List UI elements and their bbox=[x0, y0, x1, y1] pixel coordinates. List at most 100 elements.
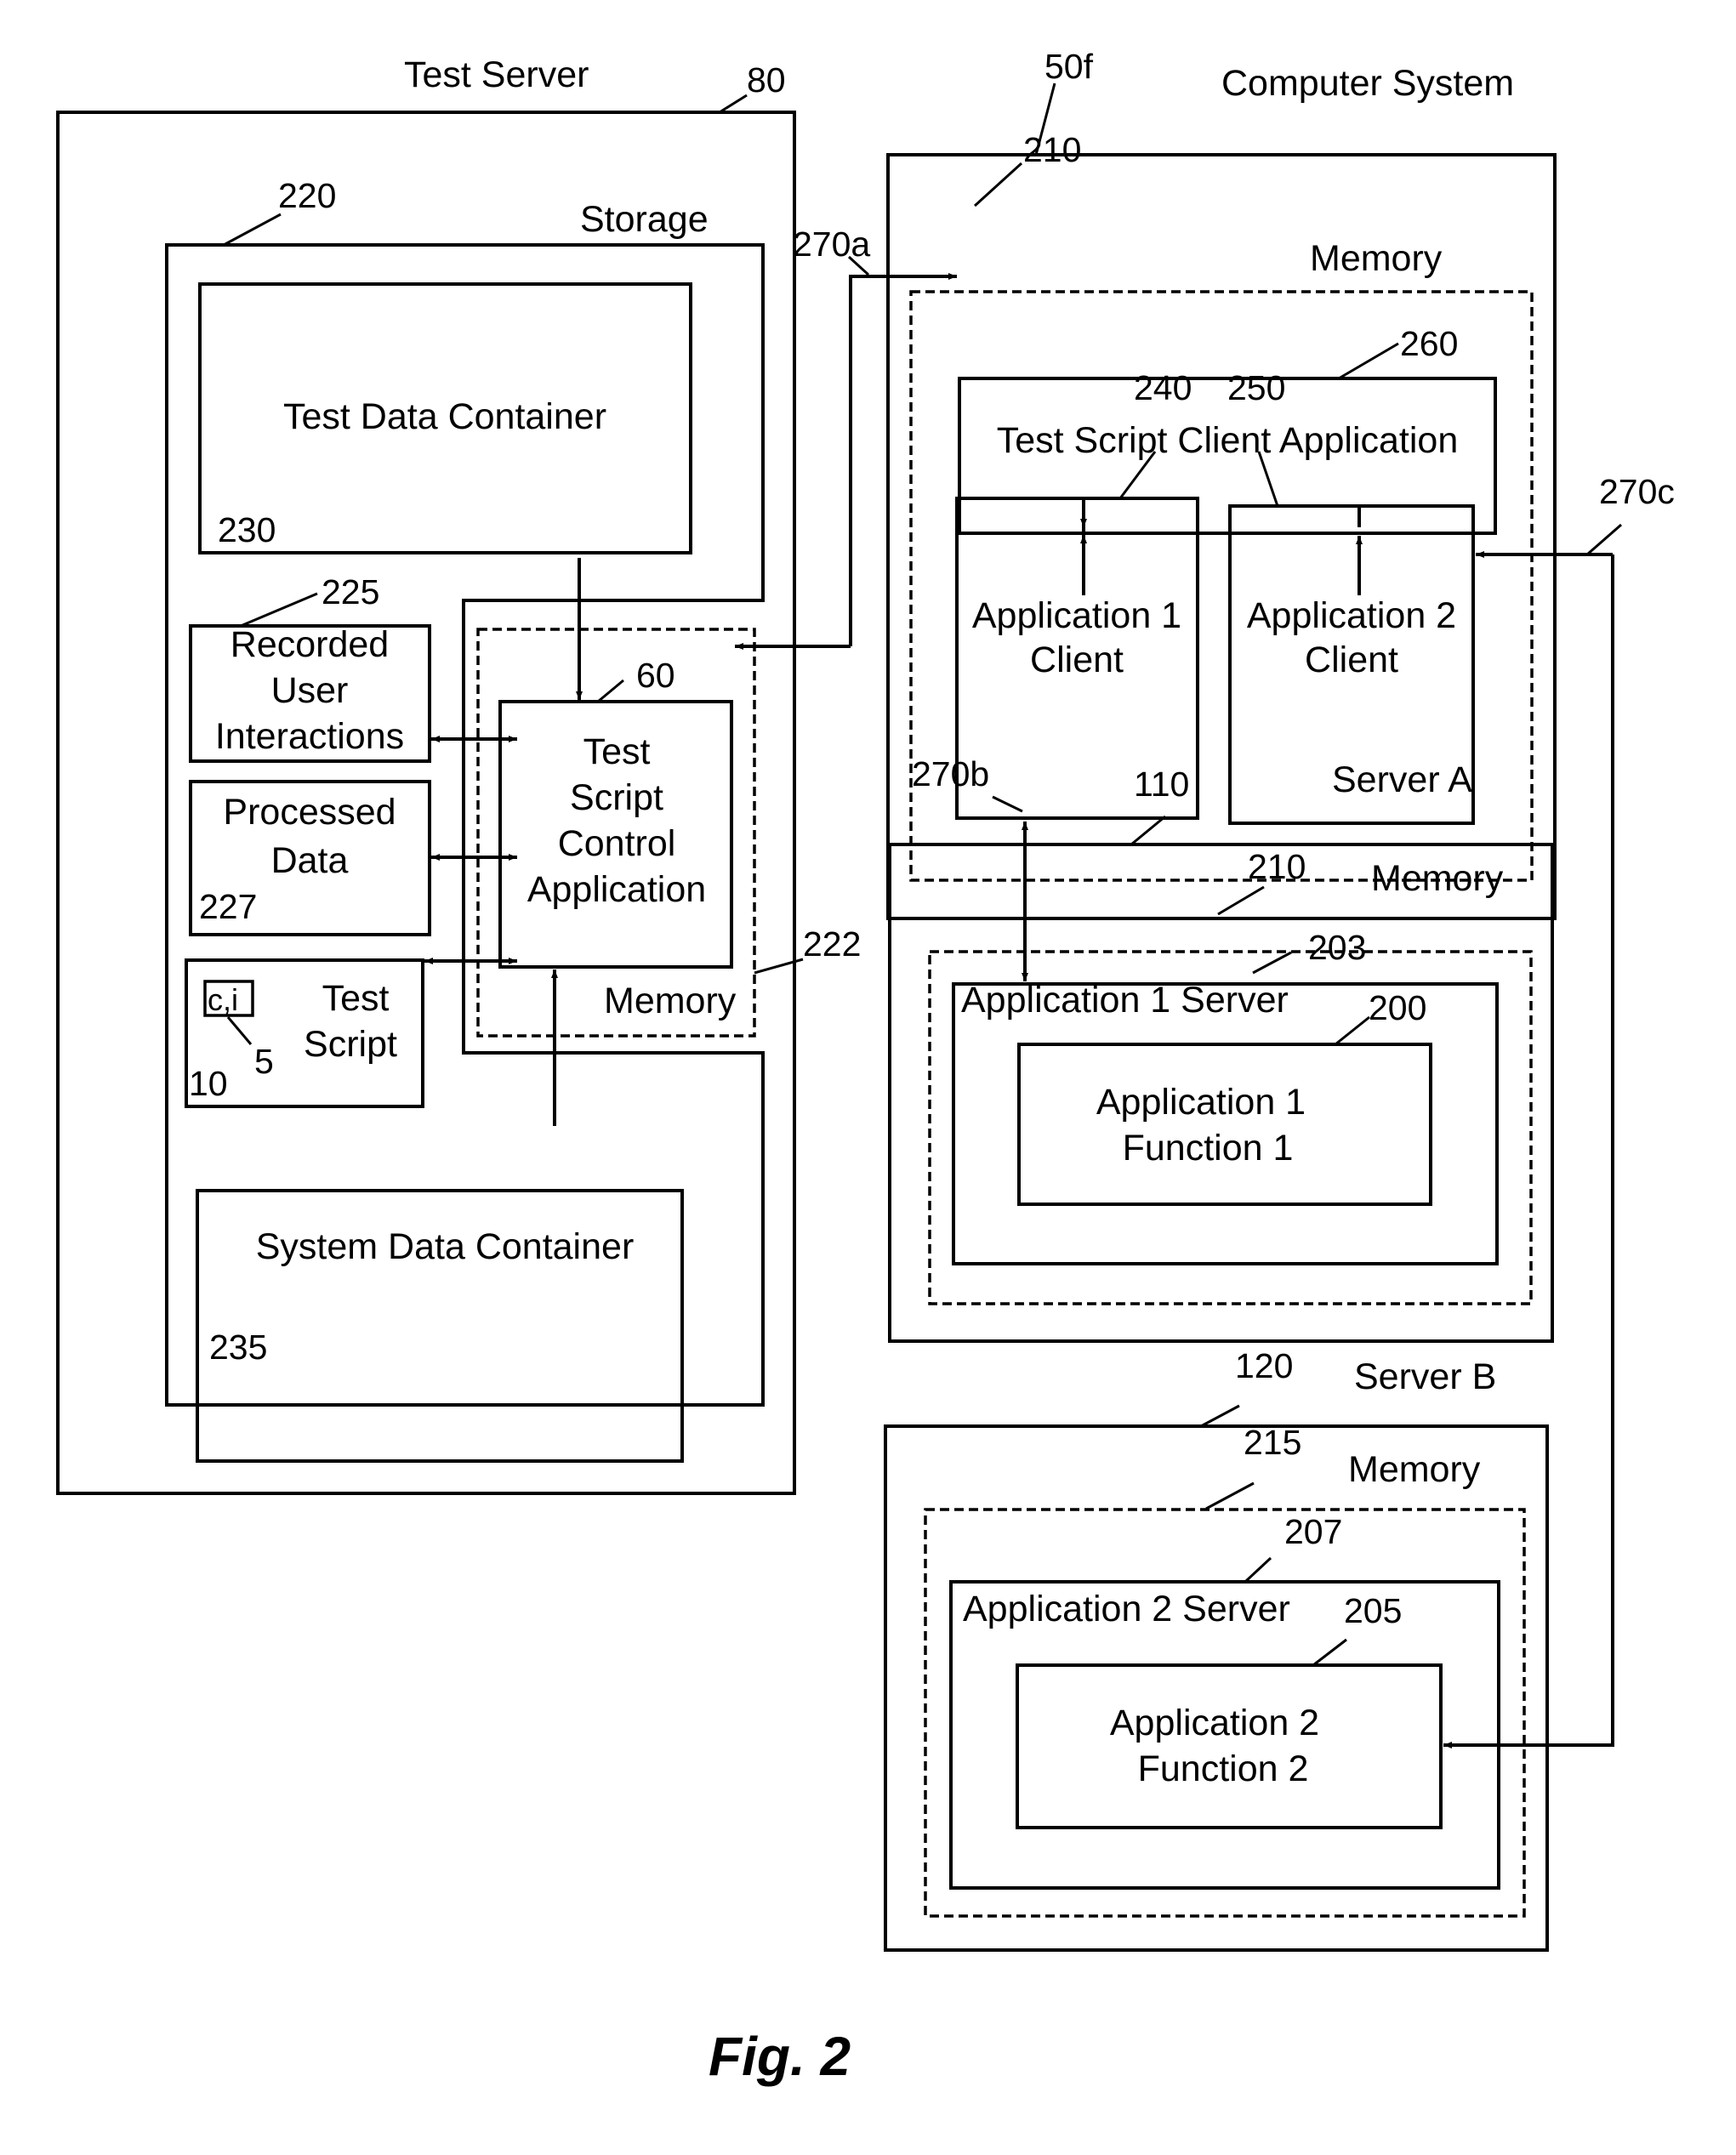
test-script-control-application[interactable]: Test Script Control Application 60 bbox=[498, 656, 733, 969]
system-data-container-ref: 235 bbox=[209, 1328, 267, 1367]
processed-data-ref: 227 bbox=[199, 887, 257, 926]
server-b-title: Server B bbox=[1354, 1356, 1496, 1397]
tsca-leader bbox=[597, 679, 624, 703]
test-script-entry-leader bbox=[226, 1016, 253, 1045]
system-data-container-label: System Data Container bbox=[256, 1226, 635, 1267]
app2-client-ref: 250 bbox=[1227, 368, 1285, 407]
connection-270b-leader bbox=[992, 795, 1023, 813]
app2-client-line-1: Application 2 bbox=[1247, 595, 1456, 636]
app1-function-leader bbox=[1335, 1015, 1370, 1046]
application-1-server-leader bbox=[1252, 951, 1292, 975]
computer-system-box bbox=[886, 153, 1557, 920]
test-server-leader bbox=[719, 94, 748, 114]
app2-function-line-2: Function 2 bbox=[1138, 1748, 1309, 1789]
app1-function-line-1: Application 1 bbox=[1096, 1082, 1306, 1123]
test-data-container-ref: 230 bbox=[218, 510, 276, 549]
processed-data-line-2: Data bbox=[271, 840, 349, 881]
application-1-function-1-box[interactable] bbox=[1017, 1043, 1432, 1206]
computer-system-memory-ref: 210 bbox=[1023, 130, 1081, 169]
storage-title: Storage bbox=[580, 199, 709, 240]
application-1-server-label: Application 1 Server bbox=[961, 980, 1289, 1021]
test-data-container[interactable]: Test Data Container 230 bbox=[198, 282, 692, 554]
system-data-container[interactable]: System Data Container 235 bbox=[196, 1189, 684, 1463]
server-b-memory-ref: 215 bbox=[1244, 1423, 1301, 1462]
tscla-label: Test Script Client Application bbox=[997, 420, 1459, 461]
test-server-memory-title: Memory bbox=[604, 981, 737, 1021]
connection-270b-ref: 270b bbox=[912, 754, 989, 793]
processed-data[interactable]: Processed Data 227 bbox=[189, 780, 431, 936]
recorded-user-interactions[interactable]: Recorded User Interactions 225 bbox=[189, 572, 431, 763]
app2-function-line-1: Application 2 bbox=[1110, 1703, 1319, 1743]
server-b-memory-leader bbox=[1205, 1481, 1255, 1510]
server-a: Server A 110 Memory 210 Application 1 Se… bbox=[888, 759, 1554, 1343]
app1-client-line-2: Client bbox=[1030, 640, 1124, 680]
recorded-user-interactions-ref: 225 bbox=[322, 572, 379, 611]
tscla-ref: 260 bbox=[1400, 324, 1458, 363]
test-script-line-2: Script bbox=[304, 1024, 397, 1065]
connection-270c: 270c bbox=[1443, 472, 1675, 1748]
app2-function-ref: 205 bbox=[1344, 1591, 1402, 1630]
storage-leader bbox=[223, 213, 282, 247]
app2-client-line-2: Client bbox=[1305, 640, 1398, 680]
test-data-container-label: Test Data Container bbox=[283, 396, 606, 437]
server-a-ref: 110 bbox=[1134, 765, 1189, 804]
app1-function-ref: 200 bbox=[1369, 988, 1426, 1027]
application-1-function-1[interactable]: Application 1 Function 1 200 bbox=[1017, 988, 1432, 1206]
tsca-line-1: Test bbox=[583, 731, 651, 772]
recorded-user-interactions-line-2: User bbox=[271, 670, 349, 711]
connection-270c-ref: 270c bbox=[1599, 472, 1675, 511]
tscla-leader bbox=[1338, 342, 1399, 380]
app1-function-line-2: Function 1 bbox=[1123, 1128, 1294, 1168]
storage-ref: 220 bbox=[278, 176, 336, 215]
test-script[interactable]: c,i 5 Test Script 10 bbox=[185, 958, 424, 1108]
app1-client-ref: 240 bbox=[1134, 368, 1192, 407]
test-server-ref: 80 bbox=[747, 60, 786, 100]
test-server-memory-ref: 222 bbox=[803, 924, 861, 964]
tsca-line-3: Control bbox=[558, 823, 676, 864]
computer-system-memory-leader bbox=[973, 162, 1023, 208]
app2-function-leader bbox=[1312, 1638, 1347, 1667]
test-script-ref: 10 bbox=[189, 1064, 228, 1103]
test-script-entry-ref: 5 bbox=[254, 1042, 274, 1081]
server-b-memory-title: Memory bbox=[1348, 1449, 1481, 1490]
connection-270a-ref: 270a bbox=[793, 225, 870, 264]
test-server-title: Test Server bbox=[404, 54, 589, 95]
test-server: Test Server 80 Storage 220 Test Data Con… bbox=[56, 54, 861, 1495]
recorded-user-interactions-leader bbox=[240, 592, 318, 628]
computer-system-memory-title: Memory bbox=[1310, 238, 1443, 279]
server-b-leader bbox=[1200, 1404, 1240, 1428]
connection-270c-leader bbox=[1586, 523, 1622, 556]
application-2-server-leader bbox=[1244, 1556, 1272, 1583]
tsca-line-4: Application bbox=[527, 869, 706, 910]
computer-system-ref: 50f bbox=[1044, 47, 1094, 86]
patent-figure: Test Server 80 Storage 220 Test Data Con… bbox=[56, 47, 1675, 2087]
server-a-memory-title: Memory bbox=[1371, 858, 1504, 899]
server-a-memory-leader bbox=[1217, 885, 1265, 916]
connection-270c-to-app2-function bbox=[1443, 554, 1614, 1748]
server-a-memory-ref: 210 bbox=[1248, 847, 1306, 886]
test-script-line-1: Test bbox=[322, 978, 390, 1019]
connection-270a-to-client bbox=[849, 273, 957, 646]
application-2-server[interactable]: Application 2 Server 207 bbox=[949, 1512, 1500, 1890]
tsca-ref: 60 bbox=[636, 656, 675, 695]
app1-client-line-1: Application 1 bbox=[972, 595, 1181, 636]
computer-system-title: Computer System bbox=[1221, 63, 1514, 104]
figure-caption: Fig. 2 bbox=[709, 2026, 851, 2087]
tsca-line-2: Script bbox=[570, 777, 663, 818]
server-b-ref: 120 bbox=[1235, 1346, 1293, 1385]
server-b-box bbox=[884, 1424, 1549, 1952]
test-script-entry-label: c,i bbox=[208, 982, 238, 1017]
application-2-function-2-box[interactable] bbox=[1016, 1663, 1443, 1829]
application-2-server-label: Application 2 Server bbox=[963, 1589, 1290, 1629]
application-1-server-ref: 203 bbox=[1308, 928, 1366, 967]
processed-data-line-1: Processed bbox=[223, 792, 396, 833]
test-script-client-application[interactable]: Test Script Client Application 260 bbox=[958, 324, 1497, 535]
server-a-title: Server A bbox=[1332, 759, 1472, 800]
server-a-leader bbox=[1130, 815, 1166, 846]
server-b: Server B 120 Memory 215 Application 2 Se… bbox=[884, 1346, 1549, 1952]
connection-270a: 270a bbox=[735, 225, 957, 650]
recorded-user-interactions-line-3: Interactions bbox=[215, 716, 404, 757]
application-2-server-ref: 207 bbox=[1284, 1512, 1342, 1551]
recorded-user-interactions-line-1: Recorded bbox=[231, 624, 389, 665]
connection-270b: 270b bbox=[912, 754, 1028, 981]
